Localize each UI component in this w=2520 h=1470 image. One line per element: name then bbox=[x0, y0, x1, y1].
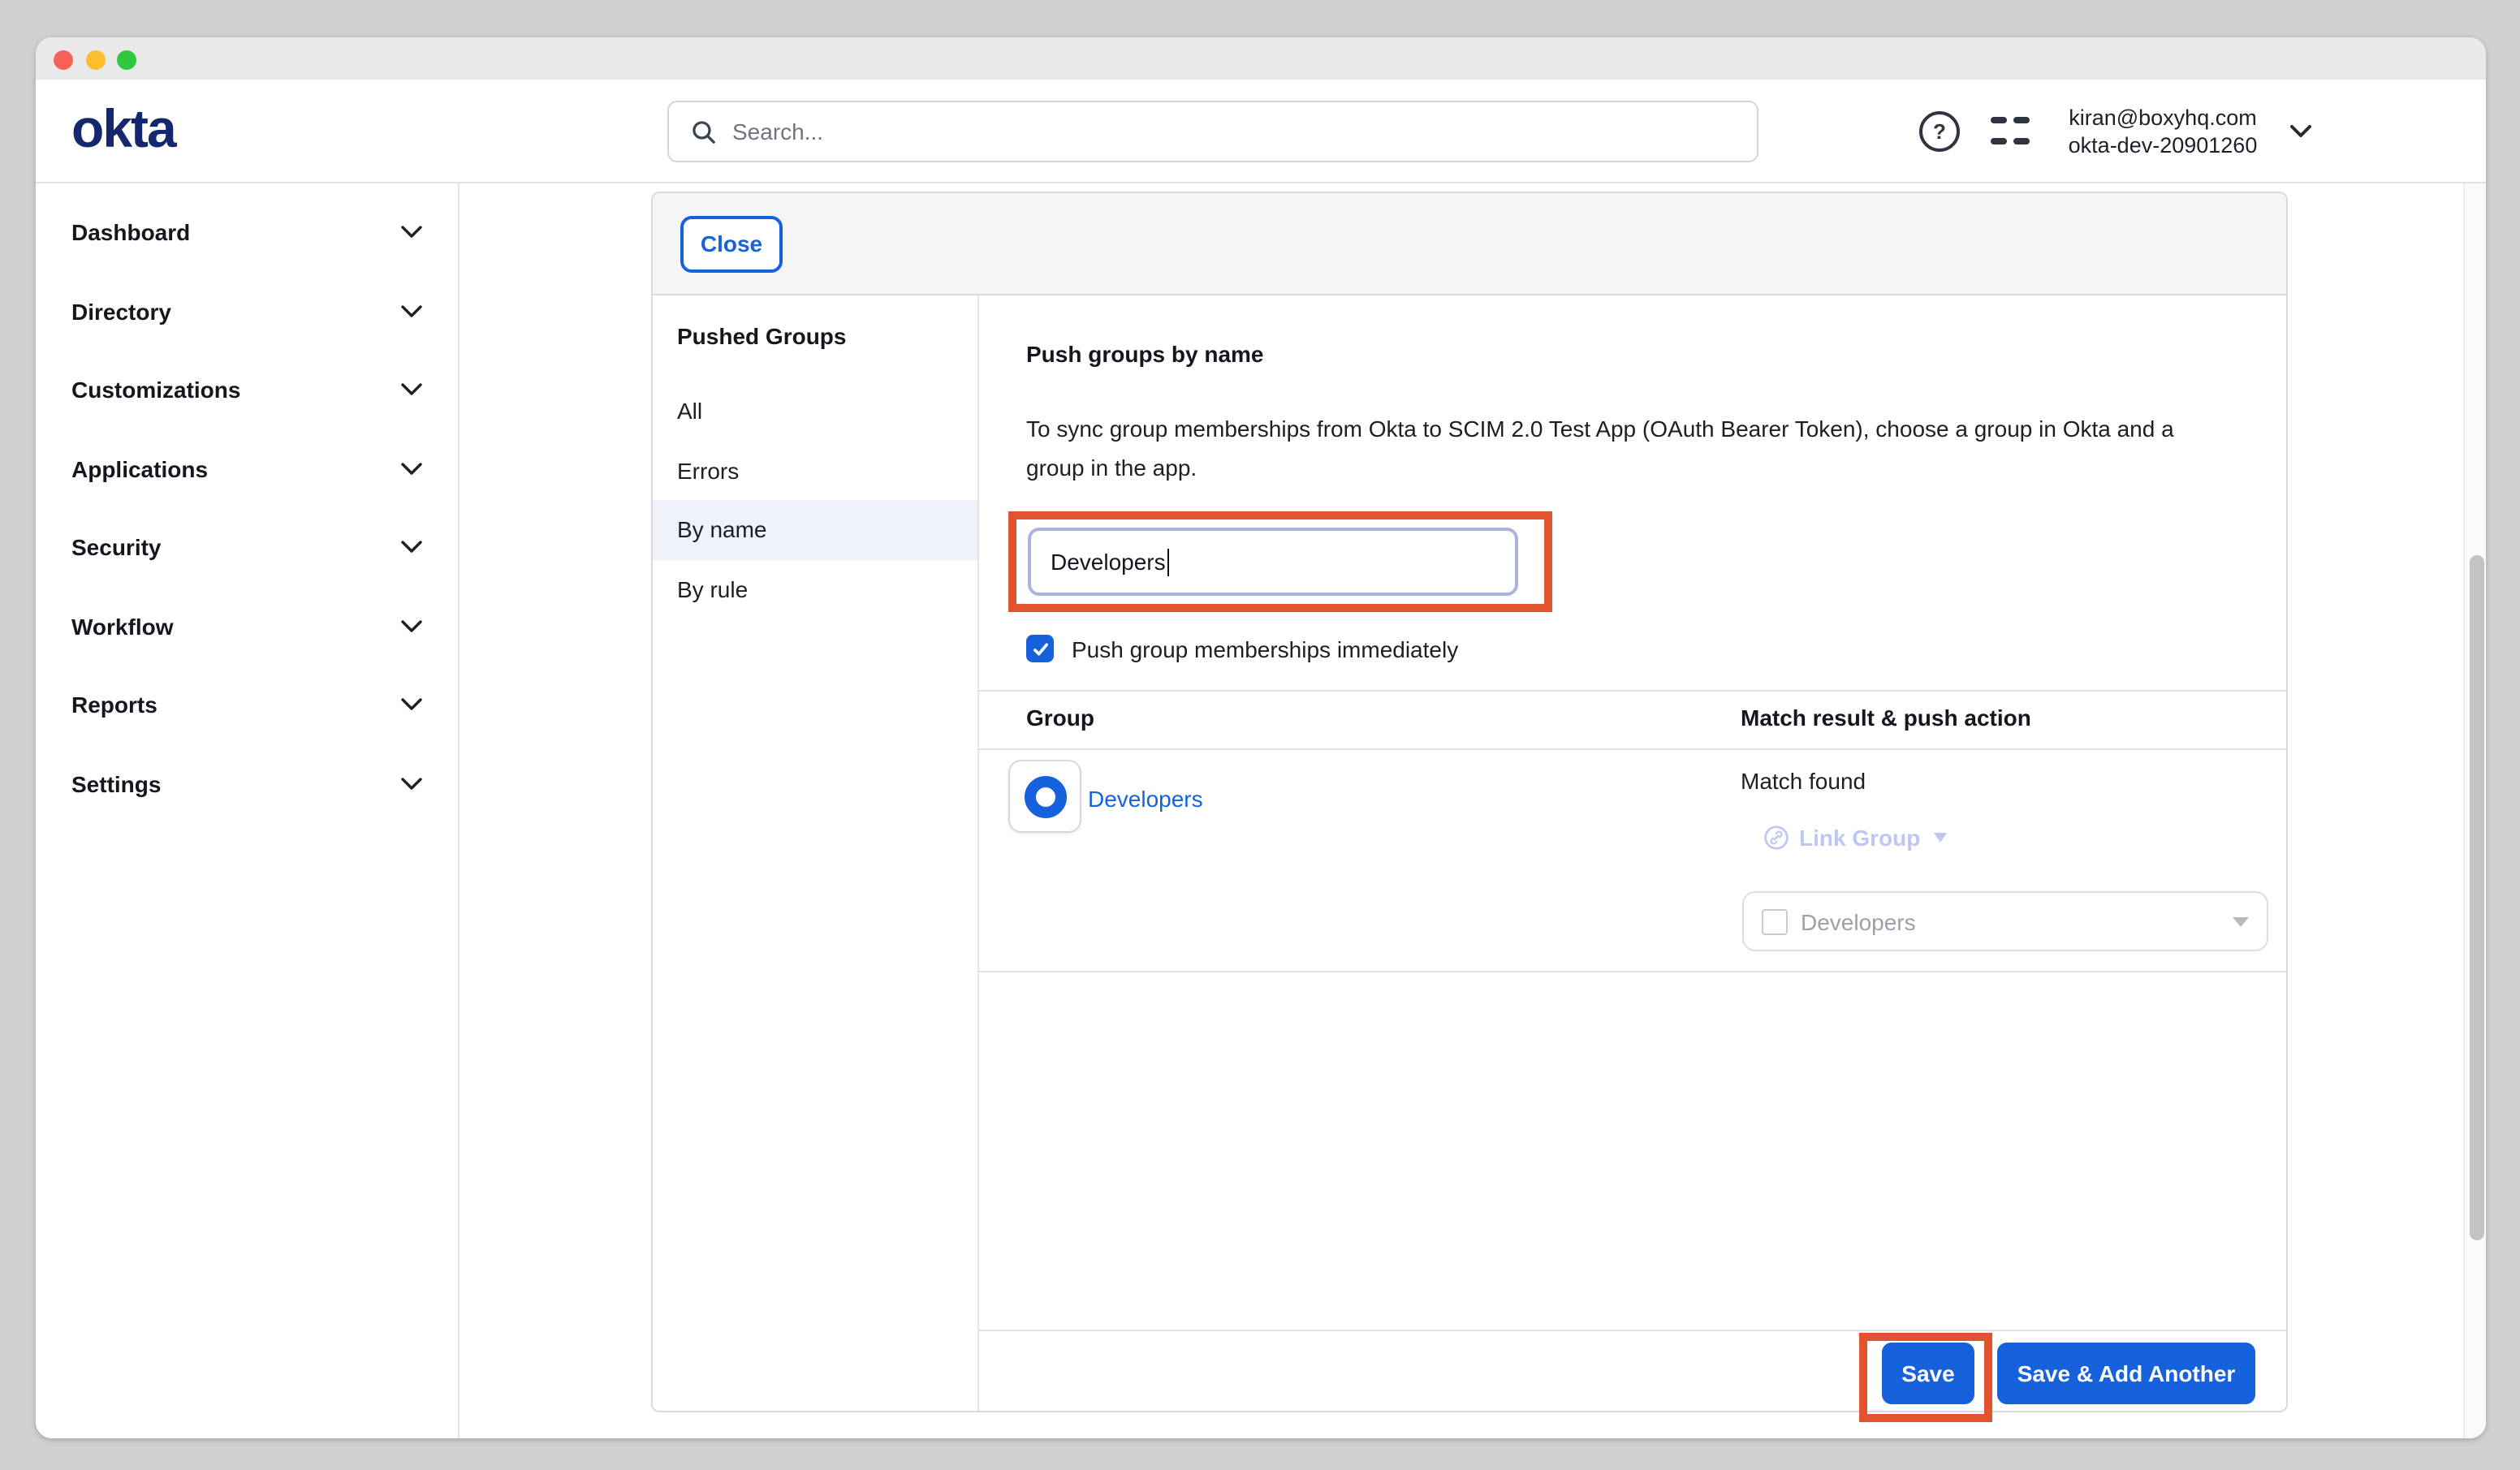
push-immediately-row: Push group memberships immediately bbox=[1026, 635, 1458, 662]
scrollbar-thumb[interactable] bbox=[2470, 555, 2483, 1240]
sidebar-item-workflow[interactable]: Workflow bbox=[36, 587, 458, 666]
column-header-match: Match result & push action bbox=[1741, 705, 2031, 731]
account-chevron-down-icon[interactable] bbox=[2289, 123, 2312, 138]
divider bbox=[979, 748, 2286, 750]
sidebar-item-directory[interactable]: Directory bbox=[36, 272, 458, 351]
panel-header: Close bbox=[653, 193, 2286, 295]
sidebar-item-security[interactable]: Security bbox=[36, 508, 458, 587]
sidebar-item-reports[interactable]: Reports bbox=[36, 666, 458, 744]
window-minimize-button[interactable] bbox=[86, 50, 106, 69]
search-input[interactable]: Search... bbox=[667, 101, 1758, 162]
group-name-value: Developers bbox=[1051, 549, 1166, 575]
screenshot-stage: okta Search... ? kiran@boxyhq.com okta-d… bbox=[0, 0, 2520, 1470]
match-result-text: Match found bbox=[1741, 768, 1866, 794]
okta-logo: okta bbox=[71, 97, 175, 159]
target-group-select[interactable]: Developers bbox=[1742, 891, 2268, 951]
link-group-caret-icon bbox=[1933, 833, 1946, 843]
close-button[interactable]: Close bbox=[680, 215, 783, 272]
subnav-item-by-name[interactable]: By name bbox=[653, 500, 977, 559]
save-button[interactable]: Save bbox=[1882, 1343, 1974, 1404]
chevron-down-icon bbox=[401, 463, 422, 476]
group-name-input[interactable]: Developers bbox=[1028, 528, 1518, 596]
chevron-down-icon bbox=[401, 305, 422, 318]
app-body: Dashboard Directory Customizations Appli… bbox=[36, 183, 2486, 1438]
sidebar-item-applications[interactable]: Applications bbox=[36, 429, 458, 508]
section-heading: Push groups by name bbox=[1026, 341, 1264, 367]
main-sidebar: Dashboard Directory Customizations Appli… bbox=[36, 183, 460, 1438]
sidebar-item-settings[interactable]: Settings bbox=[36, 744, 458, 823]
sidebar-item-dashboard[interactable]: Dashboard bbox=[36, 193, 458, 272]
footer-divider bbox=[979, 1330, 2286, 1331]
column-header-group: Group bbox=[1026, 705, 1094, 731]
group-link[interactable]: Developers bbox=[1088, 786, 1203, 812]
divider bbox=[979, 690, 2286, 692]
chevron-down-icon bbox=[401, 384, 422, 397]
search-placeholder: Search... bbox=[732, 119, 823, 144]
push-by-name-section: Push groups by name To sync group member… bbox=[979, 295, 2286, 1411]
account-org: okta-dev-20901260 bbox=[2049, 131, 2276, 158]
chevron-down-icon bbox=[401, 778, 422, 791]
account-email: kiran@boxyhq.com bbox=[2049, 103, 2276, 131]
chevron-down-icon bbox=[401, 541, 422, 554]
push-immediately-checkbox[interactable] bbox=[1026, 635, 1054, 662]
target-group-value: Developers bbox=[1801, 908, 1916, 934]
subnav-item-by-rule[interactable]: By rule bbox=[653, 559, 977, 619]
group-avatar bbox=[1008, 760, 1081, 833]
checkmark-icon bbox=[1030, 639, 1050, 658]
vertical-scrollbar bbox=[2463, 183, 2486, 1438]
chevron-down-icon bbox=[401, 699, 422, 712]
push-immediately-label: Push group memberships immediately bbox=[1072, 636, 1458, 662]
help-icon[interactable]: ? bbox=[1919, 110, 1960, 151]
section-description: To sync group memberships from Okta to S… bbox=[1026, 409, 2236, 487]
window-zoom-button[interactable] bbox=[117, 50, 136, 69]
subnav-item-errors[interactable]: Errors bbox=[653, 441, 977, 500]
content-area: Close Pushed Groups All Errors By name B… bbox=[460, 183, 2486, 1438]
app-window: okta Search... ? kiran@boxyhq.com okta-d… bbox=[36, 37, 2486, 1438]
chevron-down-icon bbox=[401, 226, 422, 239]
text-cursor bbox=[1167, 548, 1169, 575]
link-group-button[interactable]: Link Group bbox=[1763, 825, 1946, 851]
chevron-down-icon bbox=[401, 620, 422, 633]
select-caret-icon bbox=[2233, 916, 2249, 926]
link-group-label: Link Group bbox=[1799, 825, 1920, 851]
group-placeholder-icon bbox=[1762, 908, 1788, 934]
sidebar-item-customizations[interactable]: Customizations bbox=[36, 351, 458, 429]
pushed-groups-panel: Close Pushed Groups All Errors By name B… bbox=[651, 192, 2288, 1412]
divider bbox=[979, 971, 2286, 972]
apps-grid-icon[interactable] bbox=[1991, 111, 2030, 150]
window-close-button[interactable] bbox=[54, 50, 73, 69]
subnav-heading: Pushed Groups bbox=[677, 323, 846, 349]
window-titlebar bbox=[36, 37, 2486, 80]
link-icon bbox=[1763, 825, 1789, 851]
save-add-another-button[interactable]: Save & Add Another bbox=[1997, 1343, 2255, 1404]
group-icon bbox=[1024, 775, 1066, 817]
subnav-item-all[interactable]: All bbox=[653, 382, 977, 441]
annotation-highlight-input: Developers bbox=[1008, 511, 1552, 612]
app-header: okta Search... ? kiran@boxyhq.com okta-d… bbox=[36, 80, 2486, 183]
search-icon bbox=[690, 118, 718, 145]
pushed-groups-subnav: Pushed Groups All Errors By name By rule bbox=[653, 295, 979, 1411]
account-menu[interactable]: kiran@boxyhq.com okta-dev-20901260 bbox=[2049, 103, 2276, 158]
